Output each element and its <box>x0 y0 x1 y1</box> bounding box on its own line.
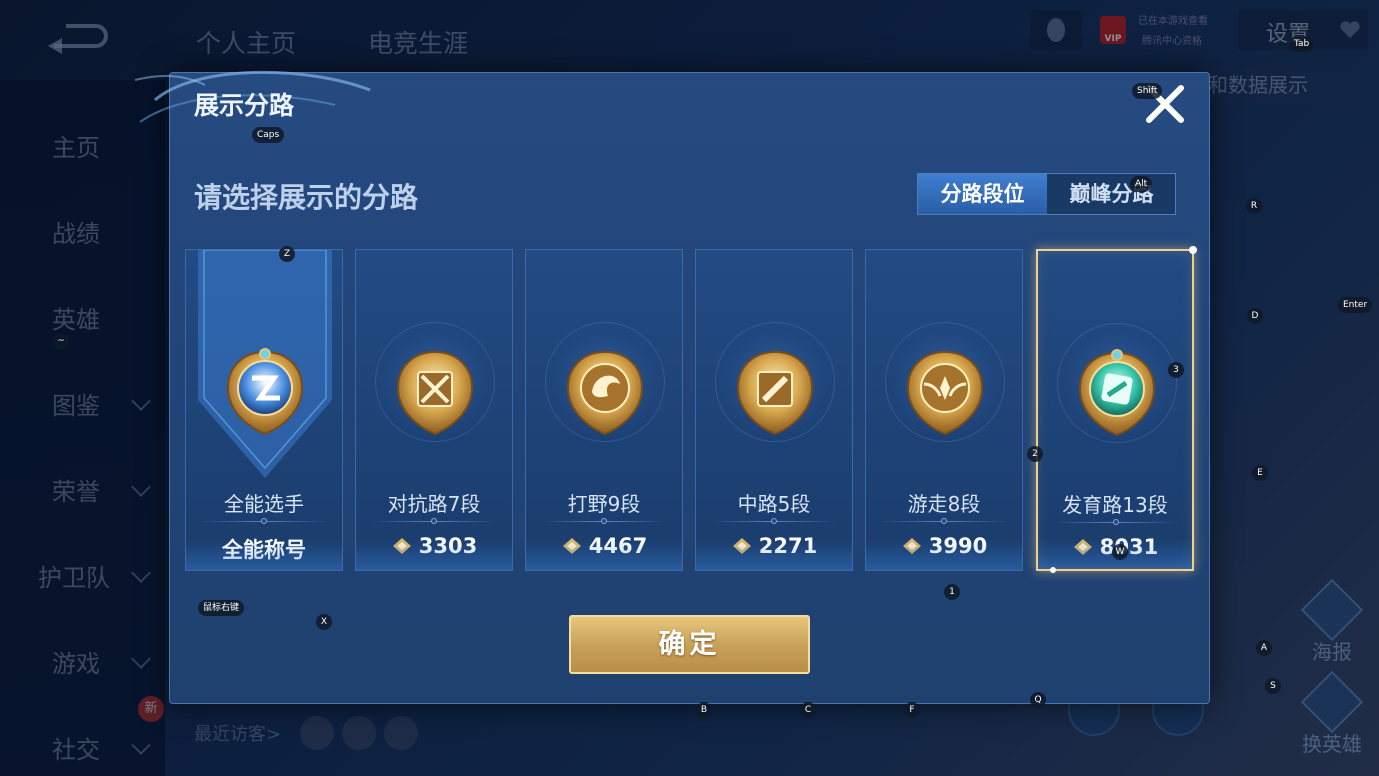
segment-lane-rank[interactable]: 分路段位 <box>918 174 1047 214</box>
confirm-button[interactable]: 确定 <box>569 615 810 674</box>
lane-card[interactable]: 对抗路7段 3303 <box>355 249 513 571</box>
key-hint: ~ <box>53 333 69 349</box>
bottom-glow <box>356 540 512 570</box>
key-hint: X <box>316 614 332 630</box>
lane-card[interactable]: 全能选手全能称号 <box>185 249 343 571</box>
divider-dot <box>771 518 777 524</box>
divider-dot <box>1113 519 1119 525</box>
all-round-emblem-icon <box>226 348 304 436</box>
corner-sparkle <box>1189 246 1197 254</box>
lane-card[interactable]: 发育路13段 8031 <box>1036 246 1197 573</box>
key-hint: Caps <box>252 127 285 143</box>
bottom-glow <box>696 540 852 570</box>
roam-emblem-icon <box>906 350 984 436</box>
key-hint: R <box>1246 198 1262 214</box>
lane-name: 中路5段 <box>737 492 811 516</box>
key-hint: Enter <box>1338 297 1373 313</box>
key-hint: Q <box>1030 692 1046 708</box>
lane-card[interactable]: 打野9段 4467 <box>525 249 683 571</box>
divider-dot <box>601 518 607 524</box>
jungle-emblem-icon <box>566 350 644 436</box>
key-hint: E <box>1252 465 1268 481</box>
key-hint: Z <box>279 246 295 262</box>
key-hint: A <box>1256 640 1272 656</box>
lane-name: 发育路13段 <box>1062 493 1168 517</box>
key-hint: Shift <box>1132 83 1163 99</box>
key-hint: Alt <box>1130 176 1153 192</box>
key-hint: F <box>904 702 920 718</box>
lane-card[interactable]: 游走8段 3990 <box>865 249 1023 571</box>
lane-name: 对抗路7段 <box>387 492 481 516</box>
dialog-title: 展示分路 <box>194 91 295 120</box>
lane-card[interactable]: 中路5段 2271 <box>695 249 853 571</box>
key-hint: 2 <box>1027 446 1043 462</box>
bottom-glow <box>186 540 342 570</box>
key-hint: 1 <box>944 584 960 600</box>
clash-lane-emblem-icon <box>396 350 474 436</box>
corner-sparkle <box>1050 567 1056 573</box>
farm-lane-emblem-icon <box>1078 349 1156 437</box>
divider-dot <box>261 518 267 524</box>
key-hint: W <box>1112 544 1128 560</box>
bottom-glow <box>866 540 1022 570</box>
key-hint: 3 <box>1168 362 1184 378</box>
dialog-subtitle: 请选择展示的分路 <box>194 181 419 214</box>
key-hint: B <box>696 702 712 718</box>
key-hint: Tab <box>1289 36 1315 52</box>
bottom-glow <box>526 540 682 570</box>
mid-lane-emblem-icon <box>736 350 814 436</box>
divider-dot <box>941 518 947 524</box>
key-hint: D <box>1247 308 1263 324</box>
key-hint: C <box>800 702 816 718</box>
divider-dot <box>431 518 437 524</box>
lane-name: 打野9段 <box>567 492 641 516</box>
lane-name: 游走8段 <box>907 492 981 516</box>
key-hint: 鼠标右键 <box>198 600 245 616</box>
segment-peak-lane[interactable]: 巅峰分路 <box>1047 174 1176 214</box>
key-hint: S <box>1265 678 1281 694</box>
lane-name: 全能选手 <box>224 492 304 516</box>
